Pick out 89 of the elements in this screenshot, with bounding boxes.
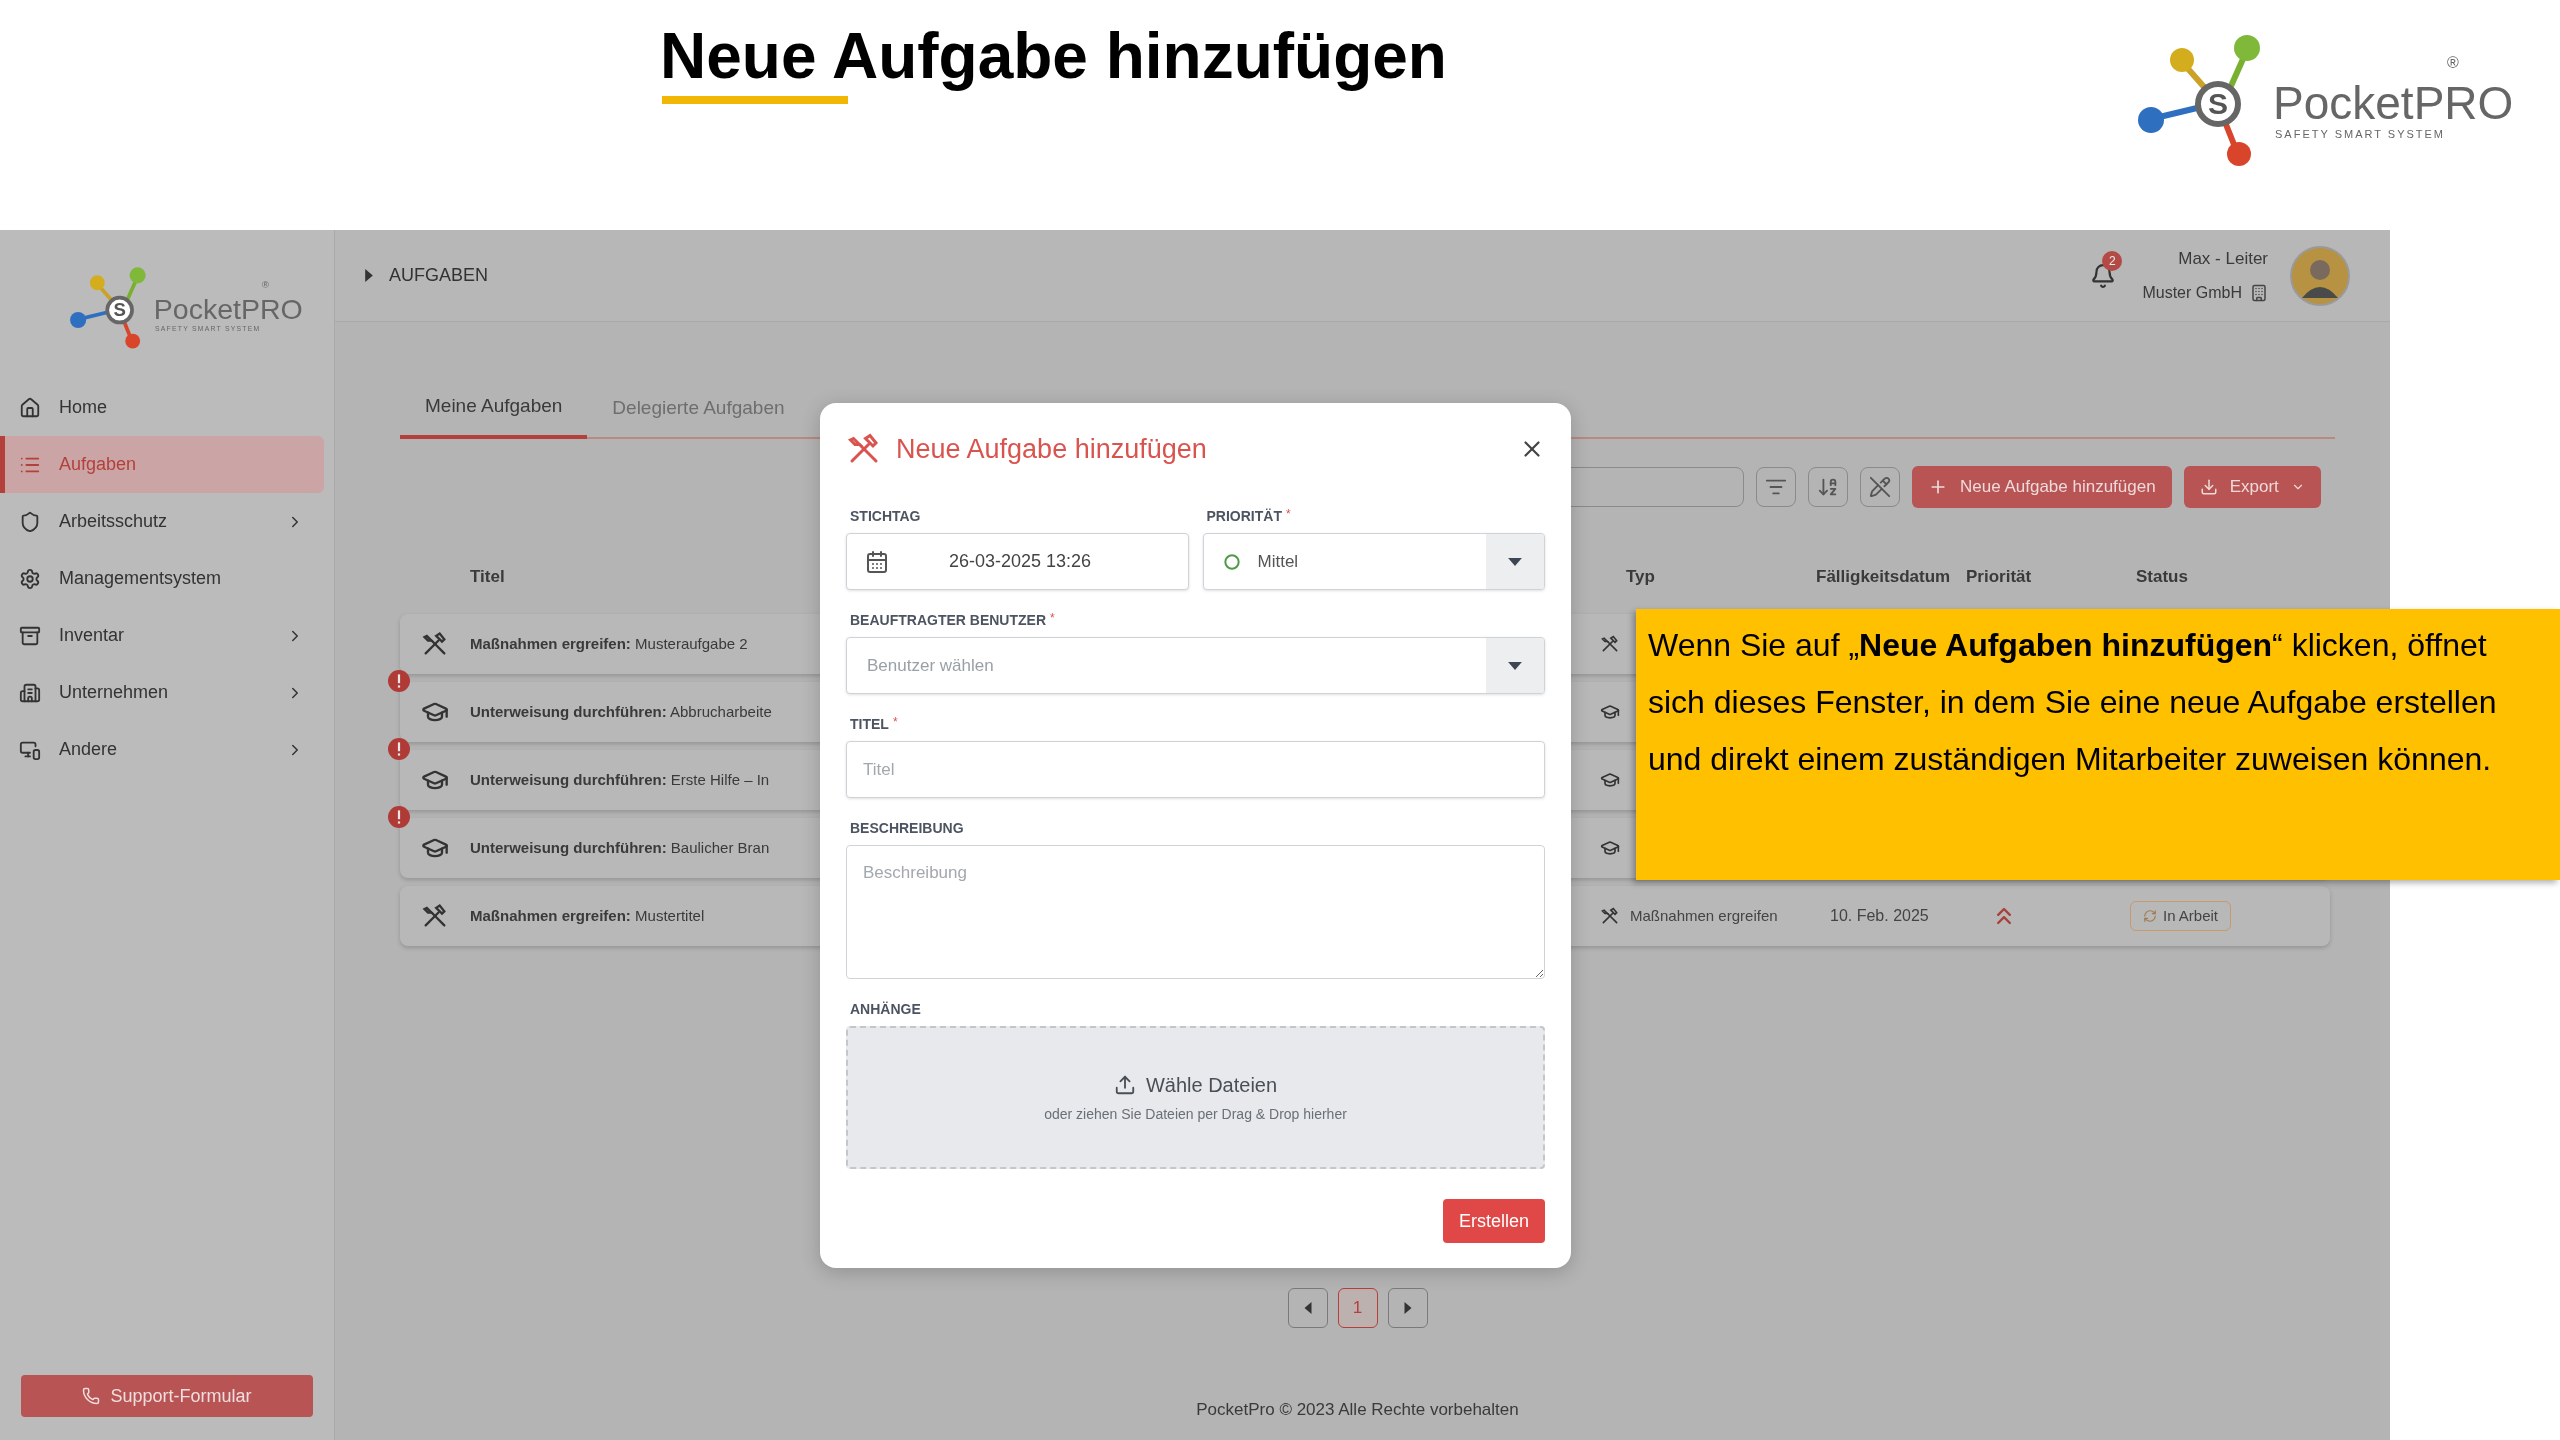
dropzone-hint: oder ziehen Sie Dateien per Drag & Drop hierher [1044,1105,1347,1124]
select-field[interactable]: Mittel [1202,533,1545,590]
field-label: BEAUFTRAGTER BENUTZER [849,612,1046,629]
due-date: 10. Feb. 2025 [1830,907,1929,924]
filter-button[interactable] [1756,467,1796,507]
column-header[interactable]: Status [2130,564,2330,590]
avatar[interactable] [2290,245,2350,306]
task-title: Unterweisung durchführen: Erste Hilfe – In [470,771,770,788]
notification-badge: 2 [2102,250,2123,271]
field-label: ANHÄNGE [849,1001,921,1018]
graduation-cap-icon [1600,702,1620,722]
alert-icon [388,738,410,760]
column-header[interactable]: Priorität [1960,564,2130,590]
graduation-cap-icon [1600,770,1620,790]
toggle-button[interactable] [1860,467,1900,507]
tab[interactable]: Meine Aufgaben [400,377,588,439]
building-icon [19,681,41,704]
calendar-icon [865,549,889,574]
logo-wordmark: PocketPRO [2273,78,2514,128]
status-badge: In Arbeit [2130,901,2232,931]
field-label: BESCHREIBUNG [849,820,964,837]
alert-icon [388,806,410,828]
sidebar-logo-wordmark: PocketPRO [153,293,303,325]
task-title: Unterweisung durchführen: Baulicher Bran [470,839,770,856]
sidebar-registered-mark: ® [261,279,269,291]
upload-icon [1113,1074,1136,1096]
footer-text: PocketPro © 2023 Alle Rechte vorbehalten [1196,1398,1519,1421]
tools-icon [421,630,449,658]
caret-left-icon [1303,1302,1312,1314]
shield-icon [19,510,41,533]
logo-tagline: SAFETY SMART SYSTEM [2275,128,2446,141]
previous-page-button[interactable] [1287,1288,1328,1328]
column-header[interactable]: Fälligkeitsdatum [1810,564,1960,590]
next-page-button[interactable] [1387,1288,1428,1328]
column-header[interactable]: Typ [1590,564,1810,590]
pencil-off-icon [1869,476,1891,498]
date-field[interactable]: 26-03-2025 13:26 [846,533,1189,590]
create-button[interactable]: Erstellen [1442,1199,1545,1243]
registered-mark: ® [2447,54,2459,72]
company-name: Muster GmbH [2142,283,2242,304]
graduation-cap-icon [1600,838,1620,858]
breadcrumb[interactable]: AUFGABEN [389,262,489,289]
required-mark: * [1050,612,1055,624]
building-icon [2250,284,2268,303]
nav-item[interactable]: Andere [0,721,324,778]
sort-az-icon [1817,476,1839,498]
slide-title: Neue Aufgabe hinzufügen [660,19,1447,94]
ring-icon [1223,553,1240,570]
archive-icon [19,624,41,647]
download-icon [2199,478,2218,496]
user-name: Max - Leiter [2178,247,2268,270]
field-label: PRIORITÄT [1205,508,1282,525]
add-task-button[interactable]: Neue Aufgabe hinzufügen [1912,466,2172,508]
tools-icon [1600,634,1620,654]
nav-item[interactable]: Unternehmen [0,664,324,721]
field-label: TITEL [849,716,889,733]
logo-mark: S [2207,87,2229,121]
nav-item[interactable]: Inventar [0,607,324,664]
gear-icon [19,567,41,590]
sort-button[interactable] [1808,467,1848,507]
task-title: Maßnahmen ergreifen: Musteraufgabe 2 [470,635,748,652]
caret-right-icon [1403,1302,1412,1314]
caret-icon [365,269,373,282]
nav-item[interactable]: Managementsystem [0,550,324,607]
task-type: Maßnahmen ergreifen [1630,905,1778,926]
field-label: STICHTAG [849,508,921,525]
export-button[interactable]: Export [2183,466,2321,508]
tools-icon [421,902,449,930]
refresh-icon [2143,909,2157,923]
choose-files-link[interactable]: Wähle Dateien [1145,1070,1278,1100]
task-title: Maßnahmen ergreifen: Mustertitel [470,907,705,924]
nav-item[interactable]: Home [0,379,324,436]
file-dropzone[interactable]: Wähle Dateien oder ziehen Sie Dateien per Drag & Drop hierher [846,1026,1545,1169]
alert-icon [388,670,410,692]
required-mark: * [1285,508,1291,520]
title-input[interactable]: Titel [846,741,1545,798]
caret-icon [1508,661,1522,670]
tools-icon [1600,906,1620,926]
phone-icon [82,1387,101,1405]
home-icon [19,396,41,419]
required-mark: * [892,716,898,728]
support-button[interactable]: Support-Formular [21,1375,313,1417]
nav-item[interactable]: Arbeitsschutz [0,493,324,550]
sidebar-logo-mark: S [112,299,127,321]
task-title: Unterweisung durchführen: Abbrucharbeite [470,703,772,720]
caret-icon [1508,557,1522,566]
callout-text: Wenn Sie auf „Neue Aufgaben hinzufügen“ klicken, öffnet sich dieses Fenster, in dem Sie eine neue Aufgabe erstellen und direkt einem zuständigen Mitarbeiter zuweisen können. [1648,626,2498,779]
description-textarea[interactable]: Beschreibung [846,845,1545,979]
dialog-title: Neue Aufgabe hinzufügen [896,432,1207,466]
